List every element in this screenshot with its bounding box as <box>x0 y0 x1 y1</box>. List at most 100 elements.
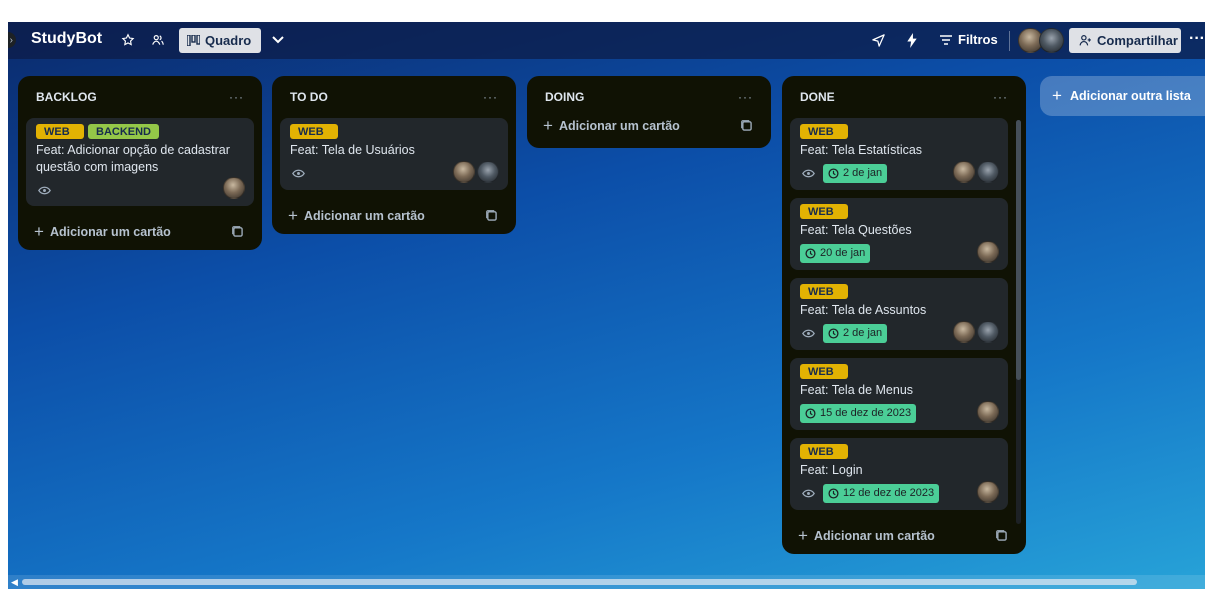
plus-icon: + <box>1052 86 1062 105</box>
card-members <box>223 177 245 199</box>
power-ups-icon[interactable] <box>868 30 888 50</box>
share-button[interactable]: Compartilhar <box>1069 28 1181 53</box>
due-date-label: 20 de jan <box>820 247 866 259</box>
filters-label: Filtros <box>958 32 998 47</box>
add-card-button[interactable]: + Adicionar um cartão <box>18 214 262 250</box>
clock-icon <box>828 487 839 499</box>
avatar[interactable] <box>977 401 999 423</box>
avatar[interactable] <box>477 161 499 183</box>
list-header[interactable]: BACKLOG ··· <box>18 76 262 118</box>
card-title: Feat: Adicionar opção de cadastrar quest… <box>36 143 230 174</box>
add-card-label: Adicionar um cartão <box>303 209 425 223</box>
board-view-button[interactable]: Quadro <box>179 28 261 53</box>
card[interactable]: WEB Feat: Tela de Menus 15 de dez de 202… <box>790 358 1008 430</box>
card[interactable]: WEB Feat: Tela de Usuários <box>280 118 508 190</box>
list-menu-icon[interactable]: ··· <box>229 90 244 104</box>
avatar[interactable] <box>977 321 999 343</box>
list-doing: DOING ··· + Adicionar um cartão <box>527 76 771 148</box>
list-title: DOING <box>545 90 585 104</box>
board-canvas: › StudyBot Quadro Filtros Compartilhar ·… <box>8 22 1205 589</box>
card-title: Feat: Tela Questões <box>800 223 912 237</box>
more-options-icon[interactable]: ··· <box>1189 30 1205 48</box>
due-date-badge[interactable]: 20 de jan <box>800 243 871 263</box>
card[interactable]: WEB BACKEND Feat: Adicionar opção de cad… <box>26 118 254 206</box>
avatar[interactable] <box>977 161 999 183</box>
list-backlog: BACKLOG ··· WEB BACKEND Feat: Adicionar … <box>18 76 262 250</box>
due-date-badge[interactable]: 12 de dez de 2023 <box>823 483 940 503</box>
due-date-label: 15 de dez de 2023 <box>820 407 912 419</box>
avatar[interactable] <box>1039 28 1064 53</box>
add-card-label: Adicionar um cartão <box>49 225 171 239</box>
avatar[interactable] <box>223 177 245 199</box>
due-date-label: 12 de dez de 2023 <box>843 487 935 499</box>
label-web[interactable]: WEB <box>800 364 848 379</box>
filter-icon <box>940 34 952 45</box>
label-web[interactable]: WEB <box>800 444 848 459</box>
card-title: Feat: Tela Estatísticas <box>800 143 923 157</box>
label-web[interactable]: WEB <box>800 284 848 299</box>
label-web[interactable]: WEB <box>290 124 338 139</box>
list-menu-icon[interactable]: ··· <box>738 90 753 104</box>
board-header: › StudyBot Quadro Filtros Compartilhar ·… <box>8 22 1205 59</box>
scroll-left-icon[interactable]: ◀ <box>11 577 18 588</box>
scrollbar-thumb[interactable] <box>22 579 1137 585</box>
list-header[interactable]: DONE ··· <box>782 76 1026 118</box>
list-todo: TO DO ··· WEB Feat: Tela de Usuários + A… <box>272 76 516 234</box>
watch-icon <box>290 167 306 179</box>
add-card-label: Adicionar um cartão <box>813 529 935 543</box>
card-template-icon[interactable] <box>486 210 498 222</box>
list-header[interactable]: TO DO ··· <box>272 76 516 118</box>
card[interactable]: WEB Feat: Login 12 de dez de 2023 <box>790 438 1008 510</box>
list-title: DONE <box>800 90 835 104</box>
board-scrollbar[interactable]: ◀ <box>8 575 1205 589</box>
card[interactable]: WEB Feat: Tela Questões 20 de jan <box>790 198 1008 270</box>
card-template-icon[interactable] <box>741 120 753 132</box>
list-menu-icon[interactable]: ··· <box>993 90 1008 104</box>
sidebar-expand-button[interactable]: › <box>8 32 16 48</box>
visibility-icon[interactable] <box>148 30 168 50</box>
label-web[interactable]: WEB <box>36 124 84 139</box>
chevron-down-icon[interactable] <box>268 30 288 50</box>
list-title: BACKLOG <box>36 90 97 104</box>
watch-icon <box>800 167 816 179</box>
plus-icon: + <box>288 206 298 225</box>
clock-icon <box>828 167 839 179</box>
add-list-button[interactable]: + Adicionar outra lista <box>1040 76 1205 116</box>
clock-icon <box>828 327 839 339</box>
board-title[interactable]: StudyBot <box>31 30 102 48</box>
add-card-button[interactable]: + Adicionar um cartão <box>272 198 516 234</box>
scrollbar-thumb[interactable] <box>1016 120 1021 380</box>
automation-icon[interactable] <box>902 30 922 50</box>
avatar[interactable] <box>977 241 999 263</box>
due-date-badge[interactable]: 2 de jan <box>823 323 888 343</box>
card[interactable]: WEB Feat: Tela Estatísticas 2 de jan <box>790 118 1008 190</box>
card-template-icon[interactable] <box>232 226 244 238</box>
add-card-button[interactable]: + Adicionar um cartão <box>782 518 1026 554</box>
board-members[interactable] <box>1018 28 1064 53</box>
card-members <box>977 481 999 503</box>
filters-button[interactable]: Filtros <box>940 32 998 47</box>
list-scrollbar[interactable] <box>1016 120 1021 524</box>
star-icon[interactable] <box>118 30 138 50</box>
clock-icon <box>805 247 816 259</box>
board-view-icon <box>187 35 200 46</box>
avatar[interactable] <box>453 161 475 183</box>
card[interactable]: WEB Feat: Tela de Assuntos 2 de jan <box>790 278 1008 350</box>
list-menu-icon[interactable]: ··· <box>483 90 498 104</box>
watch-icon <box>36 184 52 196</box>
card-template-icon[interactable] <box>996 530 1008 542</box>
avatar[interactable] <box>977 481 999 503</box>
card-title: Feat: Login <box>800 463 863 477</box>
label-web[interactable]: WEB <box>800 204 848 219</box>
watch-icon <box>800 327 816 339</box>
label-backend[interactable]: BACKEND <box>88 124 159 139</box>
label-web[interactable]: WEB <box>800 124 848 139</box>
due-date-badge[interactable]: 2 de jan <box>823 163 888 183</box>
add-card-label: Adicionar um cartão <box>558 119 680 133</box>
avatar[interactable] <box>953 161 975 183</box>
avatar[interactable] <box>953 321 975 343</box>
card-members <box>453 161 499 183</box>
card-title: Feat: Tela de Assuntos <box>800 303 927 317</box>
add-card-button[interactable]: + Adicionar um cartão <box>527 110 771 142</box>
due-date-badge[interactable]: 15 de dez de 2023 <box>800 403 917 423</box>
